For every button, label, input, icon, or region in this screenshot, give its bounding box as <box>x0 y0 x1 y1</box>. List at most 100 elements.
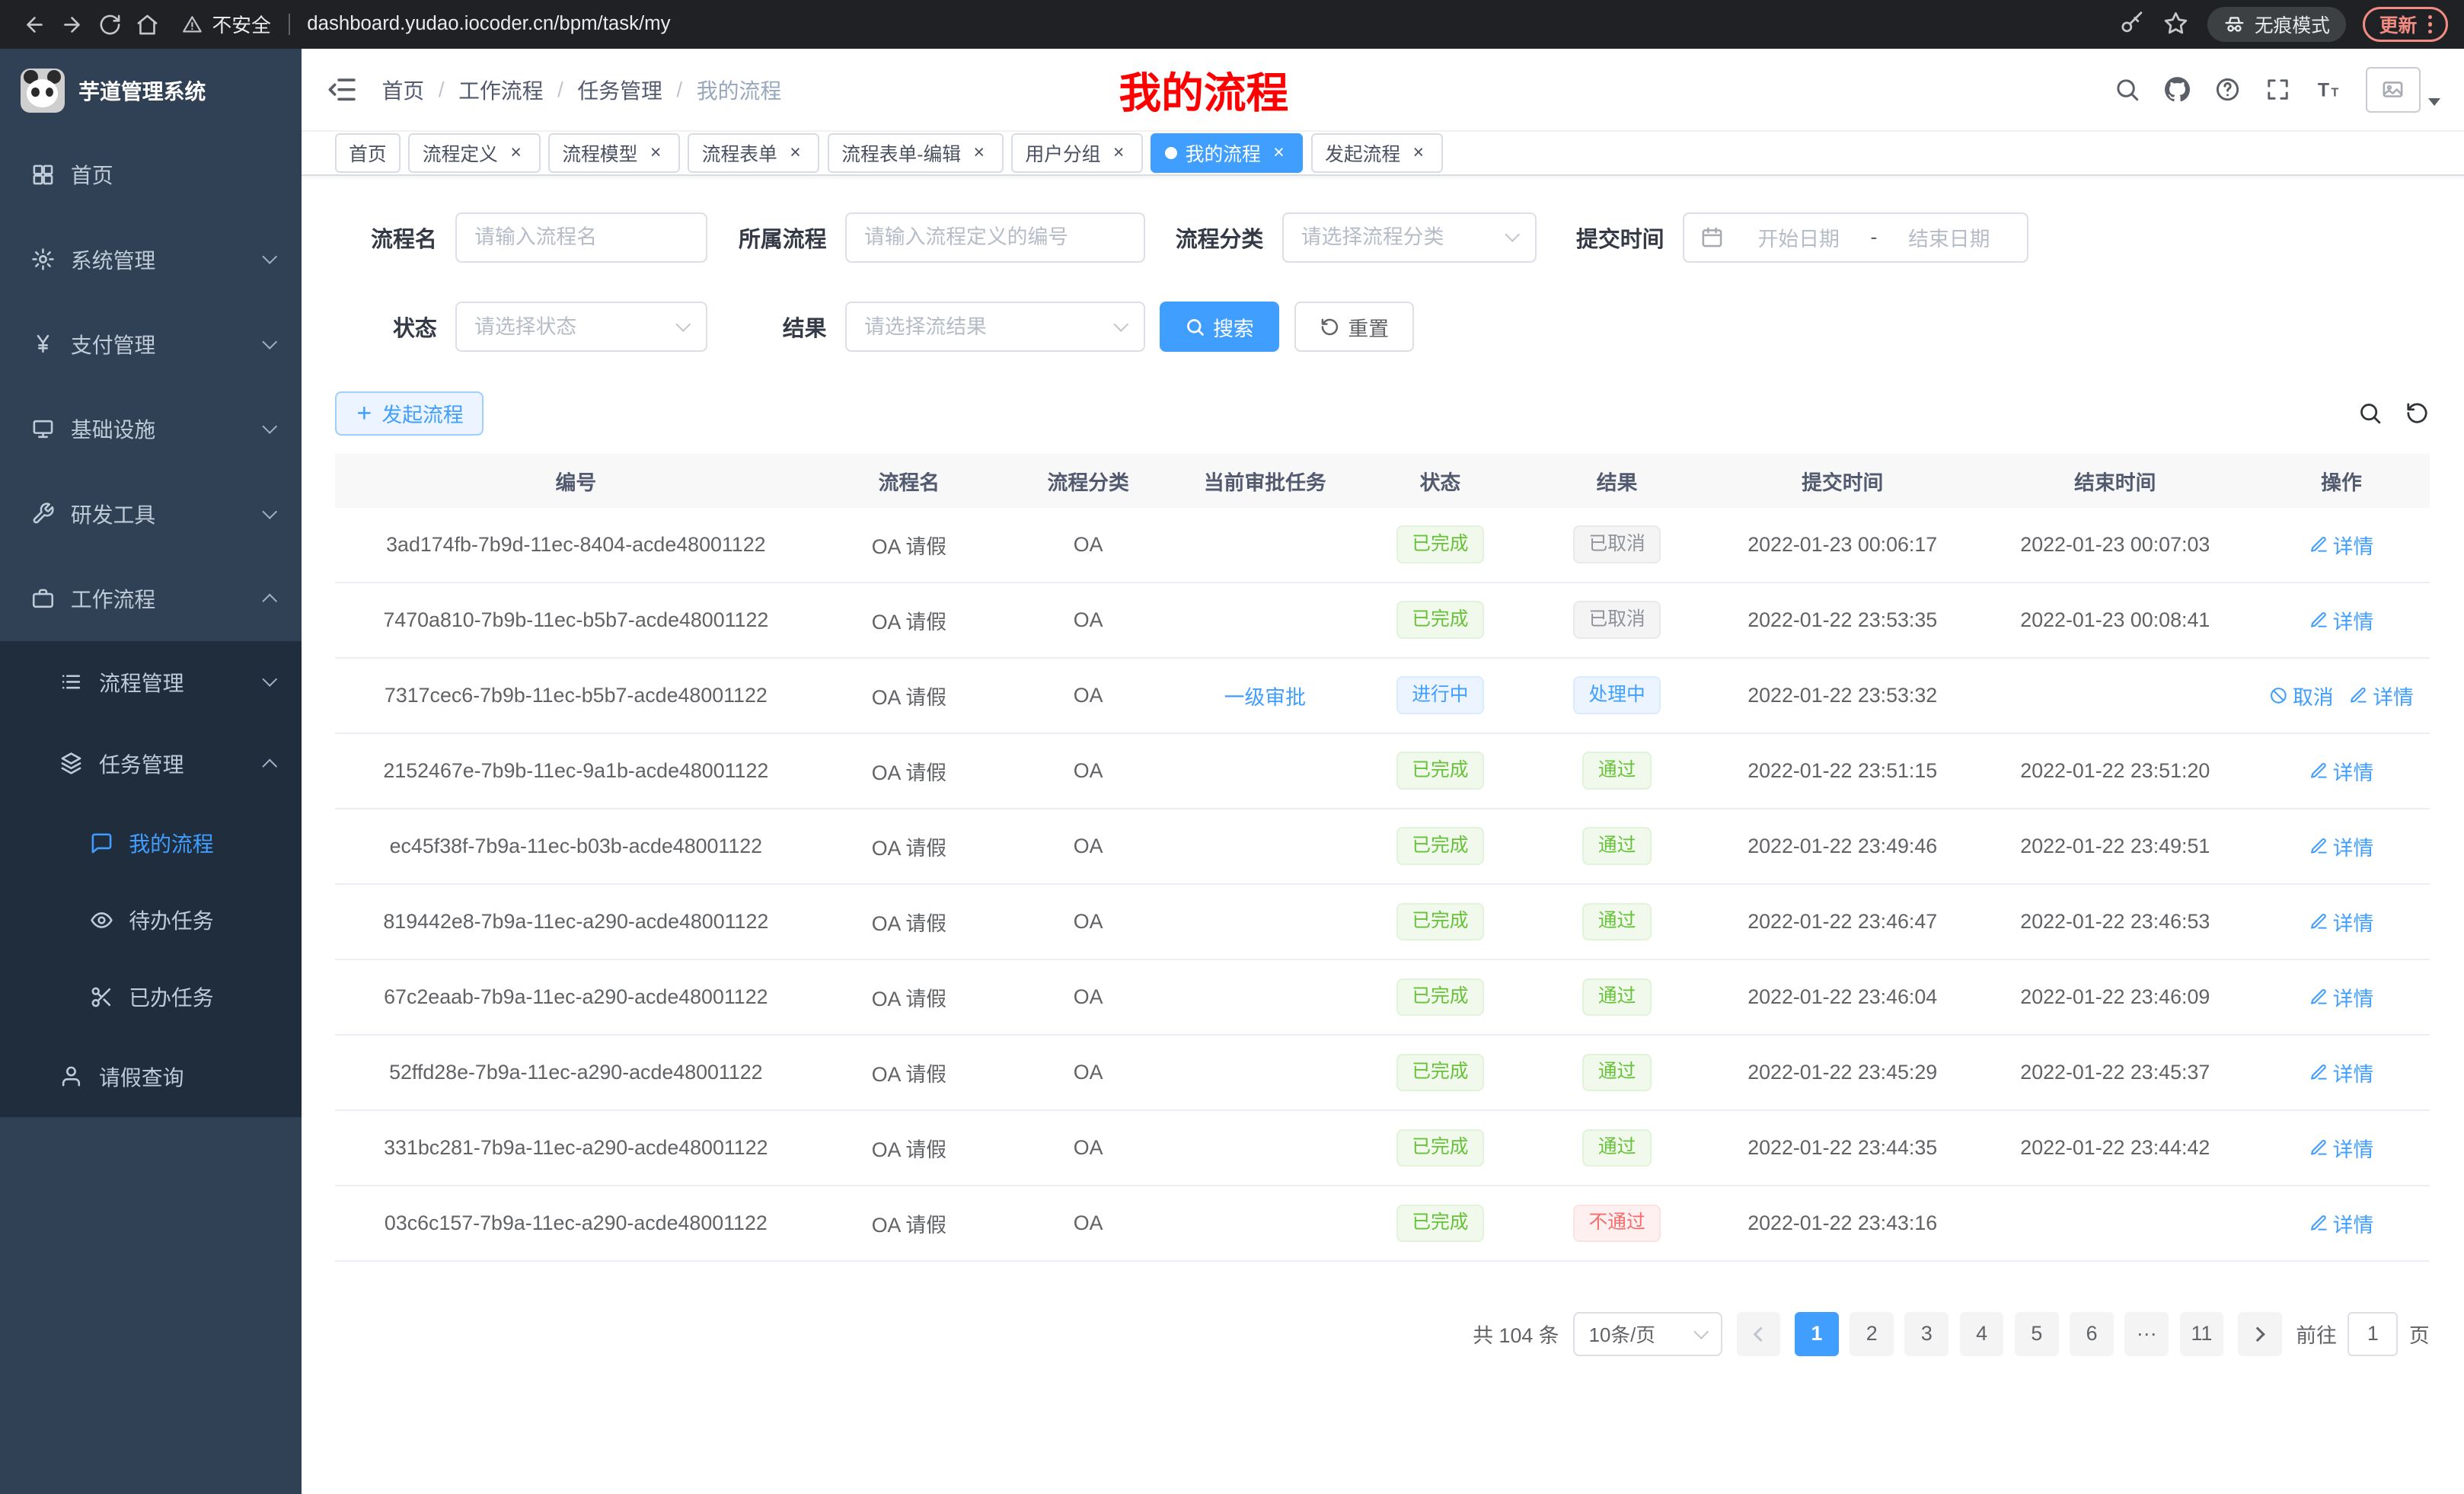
browser-update-button[interactable]: 更新 <box>2363 7 2448 41</box>
browser-menu-icon[interactable] <box>2428 15 2432 34</box>
pagination-page-6[interactable]: 6 <box>2070 1312 2114 1356</box>
sidebar-item-leave-query[interactable]: 请假查询 <box>0 1036 302 1117</box>
sidebar-toggle-icon[interactable] <box>325 73 358 106</box>
yen-icon <box>31 332 55 356</box>
pagination: 共 104 条 123456···11 前往 页 <box>335 1312 2430 1356</box>
font-size-icon[interactable]: TT <box>2316 76 2342 103</box>
detail-link[interactable]: 详情 <box>2309 1058 2374 1087</box>
tab-my-process[interactable]: 我的流程× <box>1151 133 1303 173</box>
tab-process-model[interactable]: 流程模型× <box>548 133 680 173</box>
breadcrumb-item[interactable]: 工作流程 <box>458 75 543 105</box>
refresh-table-icon[interactable] <box>2405 401 2430 426</box>
github-icon[interactable] <box>2164 76 2191 103</box>
submit-time-range-picker[interactable]: 开始日期 - 结束日期 <box>1683 212 2028 263</box>
sidebar-item-home[interactable]: 首页 <box>0 132 302 216</box>
browser-forward-icon[interactable] <box>53 5 91 43</box>
layers-icon <box>59 752 83 775</box>
pagination-page-2[interactable]: 2 <box>1850 1312 1894 1356</box>
result-tag: 已取消 <box>1573 601 1661 639</box>
detail-link[interactable]: 详情 <box>2309 907 2374 937</box>
pagination-next-button[interactable] <box>2238 1312 2282 1356</box>
status-select[interactable] <box>455 302 707 352</box>
browser-home-icon[interactable] <box>129 5 167 43</box>
breadcrumb-item[interactable]: 任务管理 <box>577 75 662 105</box>
pagination-page-3[interactable]: 3 <box>1904 1312 1949 1356</box>
app-logo[interactable]: 芋道管理系统 <box>0 49 302 132</box>
cell-category: OA <box>1001 1211 1176 1235</box>
detail-link[interactable]: 详情 <box>2309 832 2374 861</box>
goto-page-input[interactable] <box>2348 1312 2398 1356</box>
detail-link[interactable]: 详情 <box>2309 530 2374 560</box>
detail-link[interactable]: 详情 <box>2309 756 2374 786</box>
page-size-select[interactable] <box>1573 1312 1722 1356</box>
pagination-page-5[interactable]: 5 <box>2015 1312 2059 1356</box>
detail-link[interactable]: 详情 <box>2309 1208 2374 1238</box>
process-name-input[interactable] <box>474 225 688 249</box>
tab-close-icon[interactable]: × <box>1408 143 1428 164</box>
status-select-input[interactable] <box>474 315 668 339</box>
breadcrumb-item[interactable]: 首页 <box>381 75 424 105</box>
result-select-input[interactable] <box>864 315 1106 339</box>
create-process-button[interactable]: 发起流程 <box>335 391 484 436</box>
column-header: 操作 <box>2253 466 2429 496</box>
address-bar[interactable]: 不安全 dashboard.yudao.iocoder.cn/bpm/task/… <box>182 10 670 38</box>
sidebar-item-done-tasks[interactable]: 已办任务 <box>0 959 302 1036</box>
detail-link[interactable]: 详情 <box>2309 1133 2374 1163</box>
sidebar-item-my-process[interactable]: 我的流程 <box>0 805 302 882</box>
edit-icon <box>2349 686 2368 705</box>
tab-process-definition[interactable]: 流程定义× <box>408 133 540 173</box>
browser-reload-icon[interactable] <box>91 5 129 43</box>
fullscreen-icon[interactable] <box>2265 76 2291 103</box>
category-select-input[interactable] <box>1301 225 1498 249</box>
current-task-link[interactable]: 一级审批 <box>1224 681 1306 710</box>
pagination-page-4[interactable]: 4 <box>1960 1312 2004 1356</box>
parent-process-input[interactable] <box>864 225 1127 249</box>
cancel-link[interactable]: 取消 <box>2269 681 2334 710</box>
column-header: 流程分类 <box>1001 466 1176 496</box>
table-row: 67c2eaab-7b9a-11ec-a290-acde48001122OA 请… <box>335 960 2430 1036</box>
tab-close-icon[interactable]: × <box>646 143 666 164</box>
result-select[interactable] <box>845 302 1145 352</box>
sidebar-item-workflow[interactable]: 工作流程 <box>0 557 302 641</box>
header-search-icon[interactable] <box>2114 76 2140 103</box>
tab-process-form-edit[interactable]: 流程表单-编辑× <box>828 133 1004 173</box>
tab-create-process[interactable]: 发起流程× <box>1311 133 1443 173</box>
tab-close-icon[interactable]: × <box>969 143 989 164</box>
user-menu[interactable] <box>2366 67 2441 113</box>
tab-home[interactable]: 首页 <box>335 133 401 173</box>
tab-close-icon[interactable]: × <box>506 143 526 164</box>
tab-user-group[interactable]: 用户分组× <box>1011 133 1143 173</box>
sidebar-item-todo-tasks[interactable]: 待办任务 <box>0 882 302 959</box>
not-secure-warning-icon <box>182 14 203 35</box>
tab-close-icon[interactable]: × <box>1269 143 1289 164</box>
category-select[interactable] <box>1282 212 1537 263</box>
sidebar-item-dev-tools[interactable]: 研发工具 <box>0 471 302 556</box>
toggle-search-icon[interactable] <box>2357 401 2383 426</box>
cell-result: 已取消 <box>1526 525 1708 563</box>
sidebar-item-payment[interactable]: 支付管理 <box>0 302 302 386</box>
bookmark-star-icon[interactable] <box>2163 11 2190 37</box>
tab-close-icon[interactable]: × <box>785 143 806 164</box>
page-size-value[interactable] <box>1589 1323 1687 1345</box>
pagination-prev-button[interactable] <box>1737 1312 1781 1356</box>
sidebar-item-system[interactable]: 系统管理 <box>0 217 302 302</box>
detail-link[interactable]: 详情 <box>2349 681 2414 710</box>
breadcrumb-item: 我的流程 <box>697 75 781 105</box>
sidebar-item-infrastructure[interactable]: 基础设施 <box>0 387 302 471</box>
cell-end-time: 2022-01-22 23:46:09 <box>1977 985 2253 1009</box>
pagination-ellipsis[interactable]: ··· <box>2124 1312 2169 1356</box>
password-key-icon[interactable] <box>2119 11 2146 37</box>
pagination-page-11[interactable]: 11 <box>2180 1312 2224 1356</box>
detail-link[interactable]: 详情 <box>2309 605 2374 635</box>
sidebar-item-process-mgmt[interactable]: 流程管理 <box>0 641 302 723</box>
reset-button[interactable]: 重置 <box>1294 302 1414 352</box>
cell-actions: 取消详情 <box>2253 681 2429 710</box>
tab-process-form[interactable]: 流程表单× <box>688 133 819 173</box>
help-icon[interactable] <box>2214 76 2241 103</box>
detail-link[interactable]: 详情 <box>2309 982 2374 1012</box>
pagination-page-1[interactable]: 1 <box>1795 1312 1839 1356</box>
tab-close-icon[interactable]: × <box>1109 143 1129 164</box>
sidebar-item-task-mgmt[interactable]: 任务管理 <box>0 723 302 804</box>
browser-back-icon[interactable] <box>16 5 54 43</box>
search-button[interactable]: 搜索 <box>1160 302 1279 352</box>
